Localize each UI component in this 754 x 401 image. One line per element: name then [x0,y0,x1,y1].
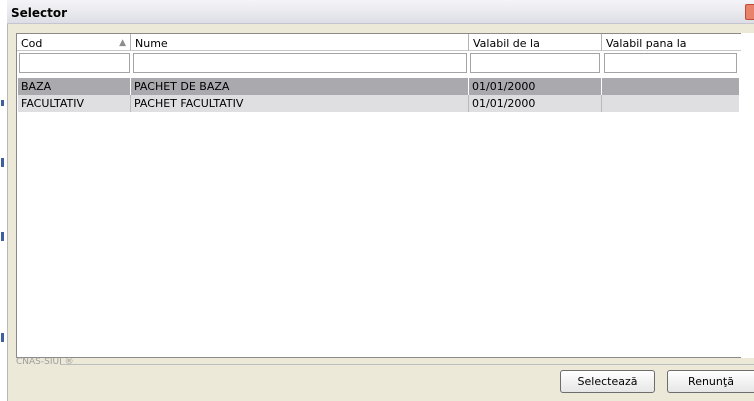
column-header-nume[interactable]: Nume [131,34,469,51]
filter-input-nume[interactable] [133,53,467,73]
cell-valabil-de-la: 01/01/2000 [469,78,602,95]
column-header-label: Valabil pana la [606,37,687,50]
cell-nume: PACHET DE BAZA [131,78,469,95]
edge-mark [1,333,4,342]
footer-divider [60,364,754,365]
window-title: Selector [11,6,68,20]
cancel-button[interactable]: Renunţă [667,370,754,393]
select-button[interactable]: Selectează [560,370,655,393]
cell-nume: PACHET FACULTATIV [131,95,469,112]
cell-valabil-pana-la [602,95,739,112]
filter-input-cod[interactable] [19,53,130,73]
title-bar: Selector [7,0,754,24]
cell-cod: FACULTATIV [18,95,131,112]
close-icon[interactable] [745,4,754,20]
column-header-cod[interactable]: Cod ▲ [17,34,131,51]
edge-mark [1,158,4,167]
filter-input-valabil-pana-la[interactable] [604,53,737,73]
grid-right-margin [741,33,754,358]
brand-label: CNAS-SIUI ® [16,357,74,367]
table-row[interactable]: BAZA PACHET DE BAZA 01/01/2000 [18,78,739,95]
selector-grid: Cod ▲ Nume Valabil de la Valabil pana la… [16,33,742,358]
column-header-label: Valabil de la [473,37,540,50]
column-header-valabil-de-la[interactable]: Valabil de la [469,34,602,51]
column-header-valabil-pana-la[interactable]: Valabil pana la [602,34,741,51]
table-row[interactable]: FACULTATIV PACHET FACULTATIV 01/01/2000 [18,95,739,112]
cell-valabil-pana-la [602,78,739,95]
filter-input-valabil-de-la[interactable] [470,53,600,73]
column-header-label: Cod [21,37,43,50]
sort-ascending-icon: ▲ [119,38,126,48]
cell-cod: BAZA [18,78,131,95]
cell-valabil-de-la: 01/01/2000 [469,95,602,112]
window-left-edge [0,0,8,401]
edge-mark [1,232,4,241]
edge-mark [1,100,4,106]
column-header-label: Nume [135,37,168,50]
